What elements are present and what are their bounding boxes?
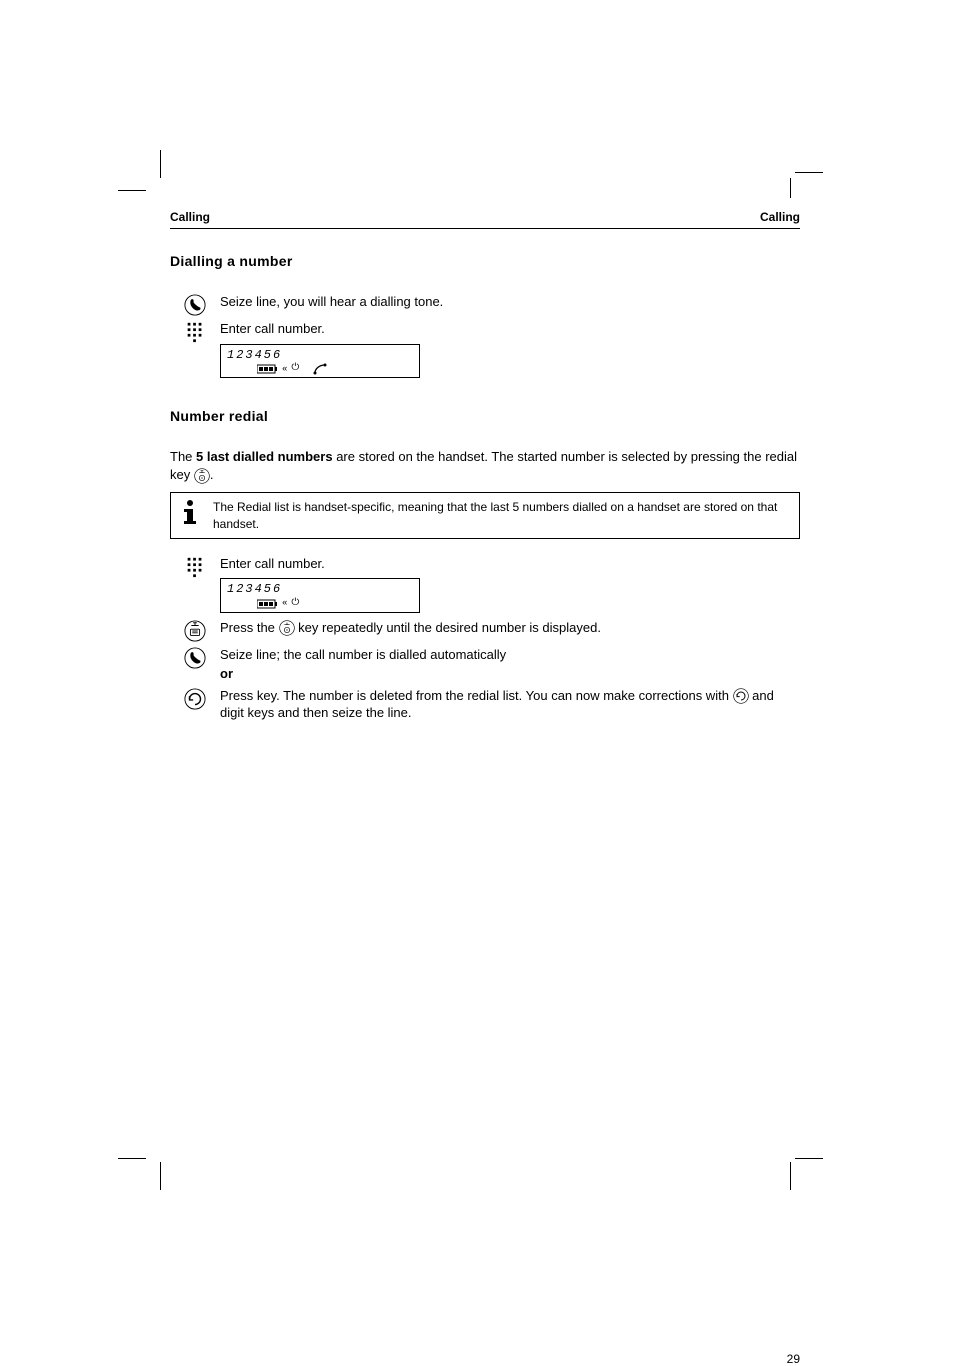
redial-key-icon xyxy=(184,620,206,642)
page-content: Calling Calling Dialling a number Seize … xyxy=(170,210,800,726)
step-row: Enter call number. 123456 « ⏻ xyxy=(170,555,800,615)
step-row: Seize line, you will hear a dialling ton… xyxy=(170,293,800,316)
info-icon xyxy=(179,499,201,527)
step-row: Press key. The number is deleted from th… xyxy=(170,687,800,722)
step-text: Seize line, you will hear a dialling ton… xyxy=(220,293,800,311)
display-number: 123456 xyxy=(227,348,413,362)
keypad-icon xyxy=(185,321,205,343)
page-number: 29 xyxy=(787,1352,800,1366)
last-number-key-icon xyxy=(733,688,749,704)
redial-key-icon xyxy=(194,468,210,484)
battery-icon xyxy=(257,599,279,609)
header-left: Calling xyxy=(170,210,210,224)
step-text: Enter call number. xyxy=(220,320,800,338)
step-row: Enter call number. 123456 « ⏻ xyxy=(170,320,800,380)
last-number-key-icon xyxy=(184,688,206,710)
talk-key-icon xyxy=(184,647,206,669)
power-icon: ⏻ xyxy=(291,363,300,375)
handset-icon xyxy=(313,363,327,375)
section-title-redial: Number redial xyxy=(170,408,800,424)
handset-display: 123456 « ⏻ xyxy=(220,344,420,378)
display-number: 123456 xyxy=(227,582,413,596)
step-text: Seize line; the call number is dialled a… xyxy=(220,646,800,664)
step-text: Press the key repeatedly until the desir… xyxy=(220,619,800,637)
signal-icon: « xyxy=(282,364,288,375)
step-row: Seize line; the call number is dialled a… xyxy=(170,646,800,683)
header-right: Calling xyxy=(760,210,800,224)
step-row: Press the key repeatedly until the desir… xyxy=(170,619,800,642)
signal-icon: « xyxy=(282,598,288,609)
handset-display: 123456 « ⏻ xyxy=(220,578,420,612)
step-text: Press key. The number is deleted from th… xyxy=(220,687,800,722)
talk-key-icon xyxy=(184,294,206,316)
step-text: Enter call number. xyxy=(220,555,800,573)
info-text: The Redial list is handset-specific, mea… xyxy=(213,499,791,531)
battery-icon xyxy=(257,364,279,374)
section-title-dialling: Dialling a number xyxy=(170,253,800,269)
step-or: or xyxy=(220,665,800,683)
info-box: The Redial list is handset-specific, mea… xyxy=(170,492,800,538)
redial-key-icon xyxy=(279,620,295,636)
intro-paragraph: The 5 last dialled numbers are stored on… xyxy=(170,448,800,484)
keypad-icon xyxy=(185,556,205,578)
page-header: Calling Calling xyxy=(170,210,800,229)
power-icon: ⏻ xyxy=(291,598,300,610)
